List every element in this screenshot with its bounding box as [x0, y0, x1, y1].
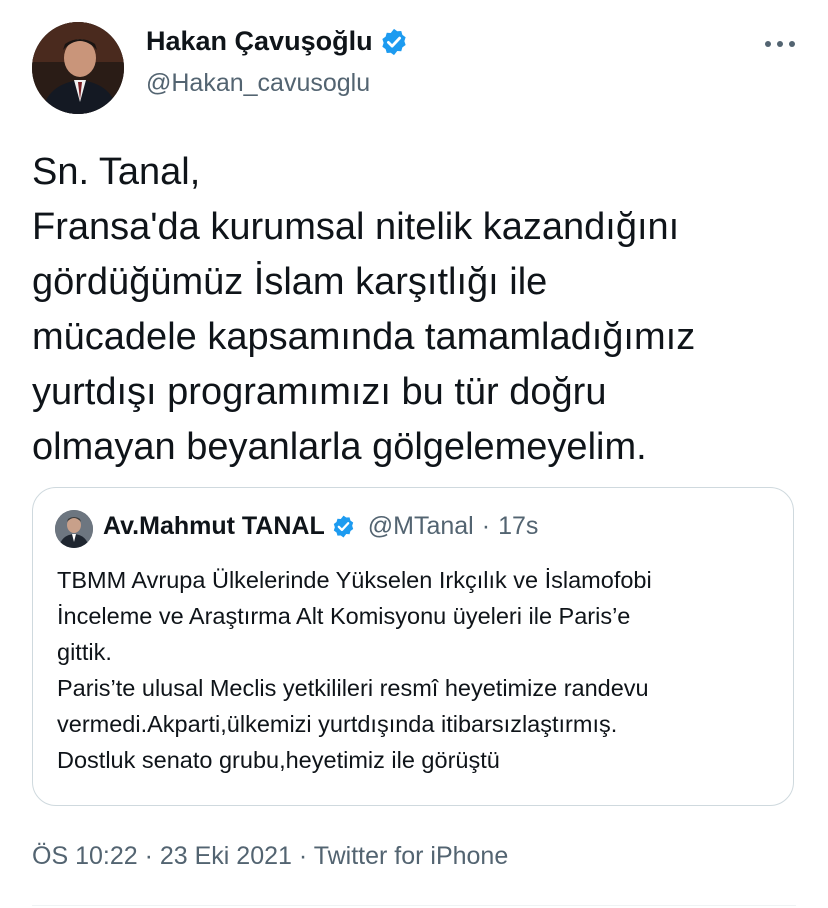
quoted-meta-separator: ·	[481, 512, 491, 540]
quoted-author-name: Av.Mahmut TANAL	[103, 512, 325, 540]
author-name-row: Hakan Çavuşoğlu	[146, 26, 409, 57]
quoted-tweet-header: Av.Mahmut TANAL @MTanal · 17s	[103, 512, 538, 541]
quoted-author-handle: @MTanal	[367, 512, 474, 540]
quoted-author-avatar	[55, 510, 93, 548]
tweet-source[interactable]: Twitter for iPhone	[314, 842, 509, 870]
tweet-meta-separator: ·	[298, 842, 308, 870]
divider	[32, 905, 796, 906]
tweet-meta-separator: ·	[144, 842, 153, 870]
tweet-meta: ÖS 10:22 · 23 Eki 2021 · Twitter for iPh…	[32, 842, 508, 871]
verified-badge-icon	[381, 28, 406, 55]
author-name[interactable]: Hakan Çavuşoğlu	[146, 26, 373, 57]
tweet-date[interactable]: 23 Eki 2021	[160, 842, 292, 870]
verified-badge-icon	[333, 515, 353, 538]
author-avatar[interactable]	[32, 22, 124, 114]
quoted-tweet-time: 17s	[498, 512, 539, 540]
author-handle[interactable]: @Hakan_cavusoglu	[146, 69, 370, 98]
quoted-tweet-card[interactable]: Av.Mahmut TANAL @MTanal · 17s TBMM Avrup…	[32, 487, 794, 806]
tweet-time[interactable]: ÖS 10:22	[32, 842, 138, 870]
quoted-tweet-text: TBMM Avrupa Ülkelerinde Yükselen Irkçılı…	[57, 567, 652, 773]
more-options-icon[interactable]	[760, 30, 800, 58]
tweet-text: Sn. Tanal, Fransa'da kurumsal nitelik ka…	[32, 151, 696, 468]
